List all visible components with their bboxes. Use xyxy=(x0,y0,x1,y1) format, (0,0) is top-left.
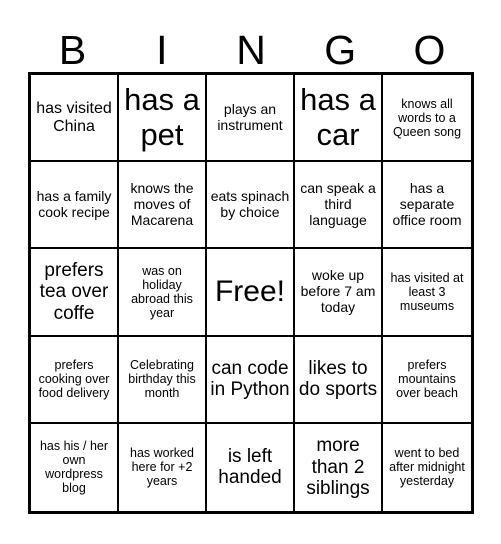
bingo-cell[interactable]: has a car xyxy=(295,75,383,163)
bingo-free-space-label: Free! xyxy=(214,275,286,309)
bingo-cell-label: went to bed after midnight yesterday xyxy=(389,446,465,489)
bingo-cell-label: has a car xyxy=(300,81,376,152)
bingo-cell[interactable]: prefers cooking over food delivery xyxy=(31,336,119,424)
bingo-cell[interactable]: went to bed after midnight yesterday xyxy=(383,423,471,511)
bingo-cell-label: knows all words to a Queen song xyxy=(392,96,462,139)
header-letter-g: G xyxy=(324,27,357,73)
bingo-cell[interactable]: has visited China xyxy=(31,75,119,163)
bingo-cell-label: prefers mountains over beach xyxy=(396,358,458,401)
bingo-header-row: B I N G O xyxy=(28,14,474,72)
bingo-cell-label: has visited at least 3 museums xyxy=(390,270,464,313)
bingo-cell[interactable]: eats spinach by choice xyxy=(207,162,295,250)
bingo-cell[interactable]: has worked here for +2 years xyxy=(119,423,207,511)
bingo-cell-label: was on holiday abroad this year xyxy=(131,263,193,320)
bingo-free-space[interactable]: Free! xyxy=(207,249,295,337)
header-letter-n: N xyxy=(236,27,266,73)
bingo-cell[interactable]: likes to do sports xyxy=(295,336,383,424)
bingo-cell[interactable]: more than 2 siblings xyxy=(295,423,383,511)
bingo-cell-label: woke up before 7 am today xyxy=(300,267,376,315)
bingo-cell-label: has his / her own wordpress blog xyxy=(39,439,109,496)
bingo-cell[interactable]: is left handed xyxy=(207,423,295,511)
bingo-cell-label: is left handed xyxy=(218,446,282,489)
bingo-cell[interactable]: has a separate office room xyxy=(383,162,471,250)
bingo-cell-label: has visited China xyxy=(36,99,112,135)
bingo-cell[interactable]: has a pet xyxy=(119,75,207,163)
bingo-cell[interactable]: has visited at least 3 museums xyxy=(383,249,471,337)
bingo-cell-label: has a separate office room xyxy=(392,180,462,228)
bingo-cell[interactable]: knows the moves of Macarena xyxy=(119,162,207,250)
bingo-cell-label: eats spinach by choice xyxy=(210,188,290,220)
bingo-cell-label: more than 2 siblings xyxy=(306,435,370,500)
bingo-cell-label: can code in Python xyxy=(210,357,290,401)
header-letter-o: O xyxy=(413,27,446,73)
bingo-cell-label: plays an instrument xyxy=(217,100,283,133)
bingo-cell[interactable]: woke up before 7 am today xyxy=(295,249,383,337)
bingo-cell[interactable]: can code in Python xyxy=(207,336,295,424)
bingo-cell[interactable]: can speak a third language xyxy=(295,162,383,250)
bingo-cell[interactable]: plays an instrument xyxy=(207,75,295,163)
bingo-cell[interactable]: has a family cook recipe xyxy=(31,162,119,250)
bingo-cell-label: prefers tea over coffe xyxy=(39,260,109,324)
bingo-cell-label: has a family cook recipe xyxy=(36,188,112,220)
bingo-cell-label: knows the moves of Macarena xyxy=(130,180,194,228)
bingo-cell-label: prefers cooking over food delivery xyxy=(38,358,110,401)
bingo-cell-label: can speak a third language xyxy=(300,180,376,228)
bingo-cell[interactable]: prefers mountains over beach xyxy=(383,336,471,424)
header-letter-b: B xyxy=(58,27,87,73)
bingo-cell-label: Celebrating birthday this month xyxy=(128,358,196,401)
bingo-cell[interactable]: prefers tea over coffe xyxy=(31,249,119,337)
bingo-cell-label: likes to do sports xyxy=(298,357,378,401)
bingo-card: B I N G O has visited China has a pet pl… xyxy=(0,0,501,544)
bingo-cell[interactable]: has his / her own wordpress blog xyxy=(31,423,119,511)
bingo-cell-label: has worked here for +2 years xyxy=(130,446,194,489)
bingo-grid: has visited China has a pet plays an ins… xyxy=(28,72,474,514)
bingo-cell[interactable]: knows all words to a Queen song xyxy=(383,75,471,163)
header-letter-i: I xyxy=(156,27,168,73)
bingo-cell[interactable]: was on holiday abroad this year xyxy=(119,249,207,337)
bingo-cell[interactable]: Celebrating birthday this month xyxy=(119,336,207,424)
bingo-cell-label: has a pet xyxy=(124,81,200,152)
